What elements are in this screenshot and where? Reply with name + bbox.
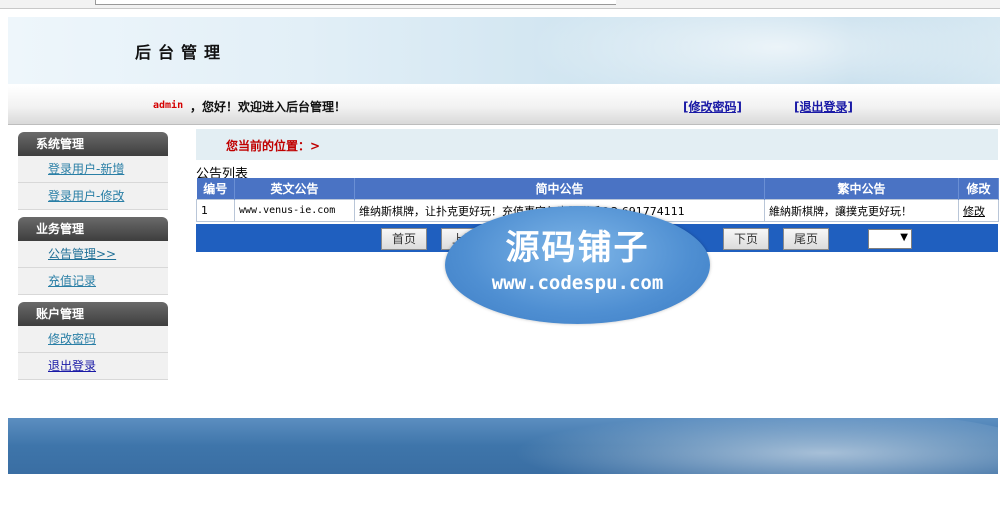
- page-select[interactable]: ▼: [868, 229, 912, 249]
- sidebar-group-system[interactable]: 系统管理: [18, 132, 168, 156]
- location-bar: 您当前的位置：>: [196, 129, 998, 160]
- username: admin: [153, 100, 184, 111]
- welcome-bar: admin ，您好！欢迎进入后台管理！ [修改密码] [退出登录]: [8, 86, 1000, 125]
- cell-english: www.venus-ie.com: [234, 199, 355, 222]
- footer-swoosh: [488, 418, 998, 474]
- cell-id: 1: [196, 199, 235, 222]
- address-bar-edge: [95, 0, 616, 5]
- sidebar-group-business[interactable]: 业务管理: [18, 217, 168, 241]
- cell-traditional: 維納斯棋牌，讓撲克更好玩！: [764, 199, 959, 222]
- edit-link[interactable]: 修改: [963, 205, 985, 218]
- watermark-url: www.codespu.com: [491, 272, 664, 294]
- page-title: 后台管理: [135, 43, 228, 62]
- sidebar-group-account[interactable]: 账户管理: [18, 302, 168, 326]
- sidebar-item-add-user[interactable]: 登录用户-新增: [18, 156, 168, 183]
- watermark-text: 源码铺子: [505, 228, 650, 268]
- last-page-button[interactable]: 尾页: [783, 228, 829, 250]
- watermark-logo: 源码铺子 www.codespu.com: [445, 206, 710, 324]
- header-banner: 后台管理: [8, 17, 1000, 84]
- sidebar-item-change-password[interactable]: 修改密码: [18, 326, 168, 353]
- chevron-down-icon: ▼: [900, 232, 908, 243]
- table-header-row: 编号 英文公告 简中公告 繁中公告 修改: [196, 178, 999, 200]
- column-header-id: 编号: [196, 178, 235, 200]
- sidebar-item-logout[interactable]: 退出登录: [18, 353, 168, 380]
- cell-edit: 修改: [958, 199, 999, 222]
- sidebar-item-edit-user[interactable]: 登录用户-修改: [18, 183, 168, 210]
- sidebar-item-recharge-records[interactable]: 充值记录: [18, 268, 168, 295]
- column-header-simplified: 简中公告: [354, 178, 765, 200]
- column-header-edit: 修改: [958, 178, 999, 200]
- column-header-traditional: 繁中公告: [764, 178, 959, 200]
- change-password-link[interactable]: [修改密码]: [683, 98, 742, 115]
- sidebar-item-announcements[interactable]: 公告管理>>: [18, 241, 168, 268]
- first-page-button[interactable]: 首页: [381, 228, 427, 250]
- column-header-english: 英文公告: [234, 178, 355, 200]
- browser-top-strip: [0, 0, 1000, 9]
- welcome-greeting: ，您好！欢迎进入后台管理！: [190, 100, 347, 114]
- footer-banner: [8, 418, 998, 474]
- location-label: 您当前的位置：>: [226, 139, 321, 153]
- logout-link[interactable]: [退出登录]: [794, 98, 853, 115]
- sidebar: 系统管理 登录用户-新增 登录用户-修改 业务管理 公告管理>> 充值记录 账户…: [18, 132, 168, 380]
- header-glow: [528, 17, 1000, 84]
- next-page-button[interactable]: 下页: [723, 228, 769, 250]
